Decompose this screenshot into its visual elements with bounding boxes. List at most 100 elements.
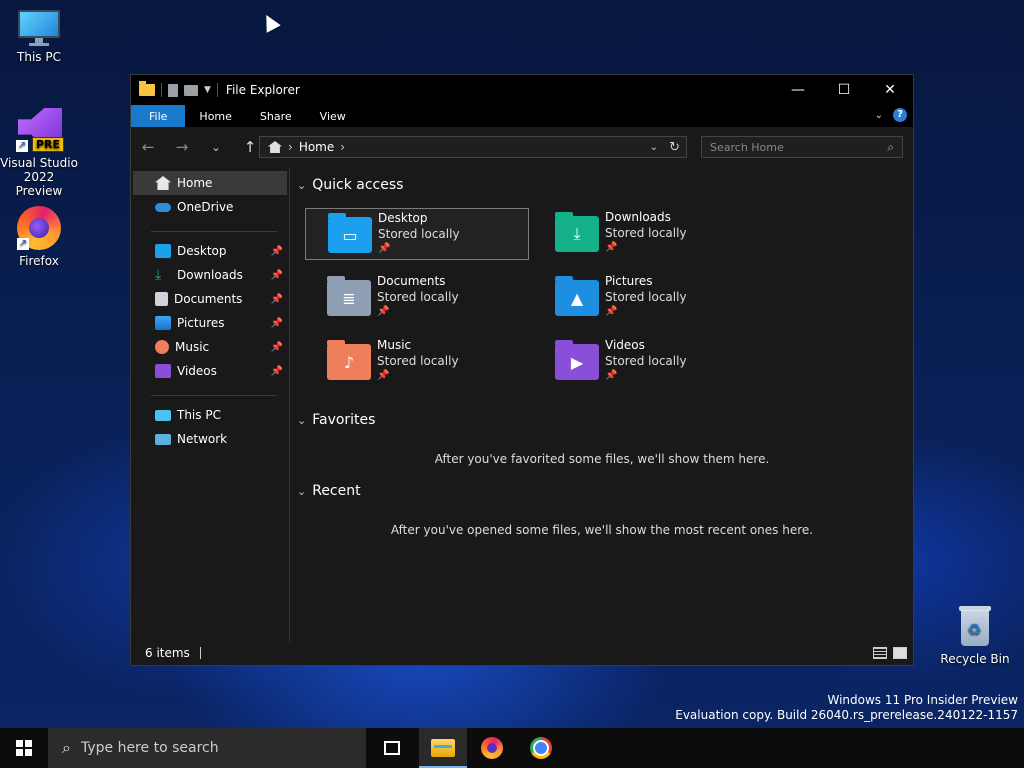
tile-status: Stored locally <box>605 226 687 240</box>
this-pc-icon <box>18 10 60 46</box>
sidebar-item-desktop[interactable]: Desktop 📌 <box>131 239 289 263</box>
desktop-icon-visual-studio[interactable]: PRE ↗ Visual Studio 2022 Preview <box>0 106 79 198</box>
search-box[interactable]: ⌕ <box>701 136 903 158</box>
taskbar-chrome[interactable] <box>517 728 565 768</box>
pin-icon: 📌 <box>605 242 618 253</box>
quick-access-tile-music[interactable]: ♪ Music Stored locally 📌 <box>305 336 529 388</box>
tab-share[interactable]: Share <box>246 105 306 127</box>
task-view-button[interactable] <box>368 728 416 768</box>
pin-icon[interactable]: 📌 <box>271 270 283 281</box>
section-header-favorites[interactable]: ⌄ Favorites <box>297 412 375 428</box>
help-icon[interactable]: ? <box>893 108 907 122</box>
start-button[interactable] <box>0 728 48 768</box>
desktop-icon-label: This PC <box>17 50 61 64</box>
sidebar-item-videos[interactable]: Videos 📌 <box>131 359 289 383</box>
taskbar: ⌕ Type here to search <box>0 728 1024 768</box>
sidebar-item-downloads[interactable]: ⤓ Downloads 📌 <box>131 263 289 287</box>
sidebar-item-onedrive[interactable]: OneDrive <box>131 195 289 219</box>
details-view-button[interactable] <box>873 647 887 659</box>
back-button[interactable]: ← <box>131 138 165 156</box>
desktop-icon-this-pc[interactable]: This PC <box>0 10 79 64</box>
sidebar-item-documents[interactable]: Documents 📌 <box>131 287 289 311</box>
tab-file[interactable]: File <box>131 105 186 127</box>
window-title: File Explorer <box>225 83 300 97</box>
new-folder-icon[interactable] <box>184 84 198 96</box>
shortcut-arrow-icon: ↗ <box>16 140 28 152</box>
pin-icon: 📌 <box>605 306 618 317</box>
collapse-chevron-icon: ⌄ <box>297 178 307 192</box>
tab-view[interactable]: View <box>306 105 360 127</box>
desktop-icon-recycle-bin[interactable]: ♻ Recycle Bin <box>935 604 1015 666</box>
sidebar-item-label: Pictures <box>177 316 225 330</box>
item-count: 6 items <box>145 646 190 660</box>
quick-access-tile-desktop[interactable]: ▭ Desktop Stored locally 📌 <box>305 208 529 260</box>
tile-name: Downloads <box>605 210 671 224</box>
taskbar-search-placeholder: Type here to search <box>80 740 219 756</box>
quick-access-tile-videos[interactable]: ▶ Videos Stored locally 📌 <box>533 336 757 388</box>
pin-icon: 📌 <box>378 243 391 254</box>
pin-icon: 📌 <box>605 370 618 381</box>
maximize-button[interactable]: ☐ <box>821 75 867 105</box>
collapse-chevron-icon: ⌄ <box>297 413 307 427</box>
tile-status: Stored locally <box>605 290 687 304</box>
sidebar-item-home[interactable]: Home <box>133 171 287 195</box>
firefox-icon <box>481 737 503 759</box>
pin-icon[interactable]: 📌 <box>271 366 283 377</box>
forward-button[interactable]: → <box>165 138 199 156</box>
sidebar-item-network[interactable]: Network <box>131 427 289 451</box>
preview-badge: PRE <box>31 137 64 152</box>
minimize-button[interactable]: — <box>775 75 821 105</box>
file-explorer-window: ▼ File Explorer — ☐ ✕ File Home Share Vi… <box>130 74 914 666</box>
recent-locations-icon[interactable]: ⌄ <box>199 141 233 154</box>
address-history-dropdown-icon[interactable]: ⌄ <box>650 142 658 153</box>
navigation-pane: Home OneDrive Desktop 📌 ⤓ Downloads 📌 Do… <box>131 167 290 643</box>
pin-icon[interactable]: 📌 <box>271 342 283 353</box>
title-bar[interactable]: ▼ File Explorer — ☐ ✕ <box>131 75 913 105</box>
recent-empty-message: After you've opened some files, we'll sh… <box>390 523 814 537</box>
large-icons-view-button[interactable] <box>893 647 907 659</box>
sidebar-item-music[interactable]: Music 📌 <box>131 335 289 359</box>
refresh-icon[interactable]: ↻ <box>669 140 680 155</box>
quick-access-tile-downloads[interactable]: ⤓ Downloads Stored locally 📌 <box>533 208 757 260</box>
section-header-recent[interactable]: ⌄ Recent <box>297 483 361 499</box>
taskbar-firefox[interactable] <box>468 728 516 768</box>
taskbar-search-box[interactable]: ⌕ Type here to search <box>48 728 366 768</box>
close-button[interactable]: ✕ <box>867 75 913 105</box>
desktop-icon-label: Visual Studio 2022 Preview <box>0 156 78 198</box>
search-input[interactable] <box>702 139 882 155</box>
tab-home[interactable]: Home <box>185 105 245 127</box>
onedrive-icon <box>155 202 171 212</box>
visual-studio-icon: PRE ↗ <box>16 106 64 152</box>
breadcrumb-home[interactable]: Home <box>299 140 334 154</box>
sidebar-item-this-pc[interactable]: This PC <box>131 403 289 427</box>
folder-app-icon <box>139 81 155 96</box>
expand-ribbon-icon[interactable]: ⌄ <box>875 110 883 121</box>
taskbar-file-explorer[interactable] <box>419 728 467 768</box>
tile-status: Stored locally <box>377 354 459 368</box>
properties-icon[interactable] <box>168 83 178 97</box>
downloads-folder-icon: ⤓ <box>155 267 162 283</box>
desktop-icon-firefox[interactable]: ↗ Firefox <box>0 206 79 268</box>
pin-icon[interactable]: 📌 <box>271 318 283 329</box>
sidebar-item-pictures[interactable]: Pictures 📌 <box>131 311 289 335</box>
breadcrumb-separator-icon: › <box>288 140 293 154</box>
sidebar-item-label: Desktop <box>177 244 227 258</box>
pin-icon[interactable]: 📌 <box>271 246 283 257</box>
sidebar-item-label: This PC <box>177 408 221 422</box>
music-folder-icon <box>155 340 169 354</box>
quick-access-tile-documents[interactable]: ≣ Documents Stored locally 📌 <box>305 272 529 324</box>
customize-toolbar-dropdown-icon[interactable]: ▼ <box>204 85 211 95</box>
tile-name: Music <box>377 338 412 352</box>
content-pane: ⌄ Quick access ▭ Desktop Stored locally … <box>291 167 913 643</box>
address-bar[interactable]: › Home › ⌄ ↻ <box>259 136 687 158</box>
pin-icon[interactable]: 📌 <box>271 294 283 305</box>
windows-logo-icon <box>16 740 32 756</box>
home-icon <box>268 141 282 153</box>
breadcrumb-separator-icon[interactable]: › <box>340 140 345 154</box>
quick-access-tile-pictures[interactable]: ▲ Pictures Stored locally 📌 <box>533 272 757 324</box>
file-explorer-icon <box>431 739 455 757</box>
section-header-quick-access[interactable]: ⌄ Quick access <box>297 177 403 193</box>
sidebar-item-label: Documents <box>174 292 243 306</box>
sidebar-item-label: OneDrive <box>177 200 234 214</box>
videos-folder-icon: ▶ <box>555 340 599 380</box>
